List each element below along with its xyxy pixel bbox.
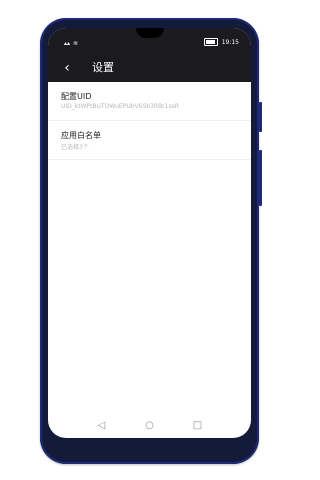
status-bar: ▴▴ ≋ 19:15 — [48, 28, 251, 54]
status-left-icons: ▴▴ ≋ — [64, 40, 78, 47]
camera-notch — [136, 28, 164, 38]
status-right: 19:15 — [203, 38, 239, 46]
setting-subtitle: UID_ktWPtBUTOWuEPUbV6Sb3RBr1ssR — [61, 103, 179, 110]
setting-subtitle: 已选择3个 — [61, 144, 89, 151]
phone-screen: ▴▴ ≋ 19:15 ‹ 设置 配置UID UID_ktWPtBUTOWuEPU… — [48, 28, 251, 438]
app-bar: ‹ 设置 — [48, 54, 251, 82]
signal-icon: ▴▴ — [64, 40, 71, 47]
square-recent-icon[interactable]: □ — [191, 418, 205, 432]
battery-icon — [203, 38, 218, 46]
volume-button — [259, 102, 262, 132]
settings-list: 配置UID UID_ktWPtBUTOWuEPUbV6Sb3RBr1ssR 应用… — [48, 82, 251, 160]
circle-home-icon[interactable]: ○ — [143, 418, 157, 432]
power-button — [259, 150, 262, 206]
clock: 19:15 — [221, 38, 239, 46]
triangle-back-icon[interactable]: ◁ — [95, 418, 109, 432]
setting-item-whitelist[interactable]: 应用白名单 已选择3个 — [48, 121, 251, 160]
setting-title: 应用白名单 — [61, 131, 101, 140]
setting-title: 配置UID — [61, 92, 92, 101]
chevron-left-icon[interactable]: ‹ — [58, 59, 76, 77]
system-nav-bar: ◁ ○ □ — [48, 412, 251, 438]
page-title: 设置 — [92, 61, 114, 74]
setting-item-uid[interactable]: 配置UID UID_ktWPtBUTOWuEPUbV6Sb3RBr1ssR — [48, 82, 251, 121]
wifi-icon: ≋ — [73, 40, 79, 47]
